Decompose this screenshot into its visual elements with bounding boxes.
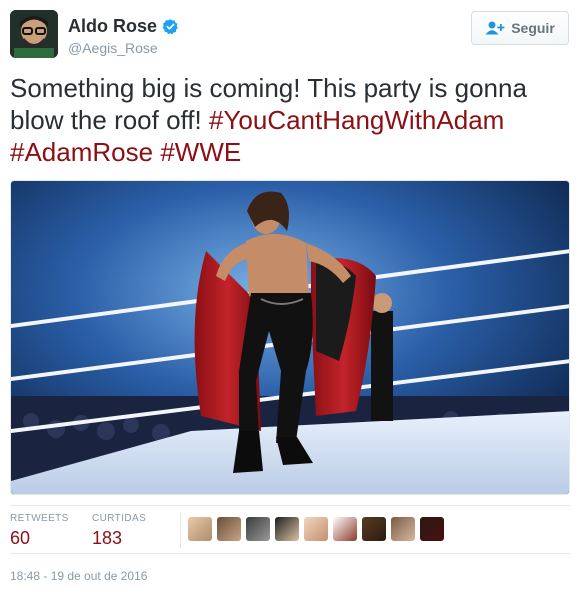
tweet-photo[interactable] — [10, 180, 570, 495]
likes-label: CURTIDAS — [92, 513, 147, 524]
verified-badge-icon — [162, 19, 178, 35]
likes-stat[interactable]: CURTIDAS 183 — [92, 513, 146, 549]
divider-top — [10, 505, 570, 506]
hashtag-youcanthangwithadam[interactable]: #YouCantHangWithAdam — [209, 105, 504, 135]
tweet-timestamp[interactable]: 18:48 - 19 de out de 2016 — [10, 569, 147, 583]
retweets-count: 60 — [10, 528, 31, 548]
tweet-text: Something big is coming! This party is g… — [10, 72, 570, 168]
likes-count: 183 — [92, 528, 123, 548]
divider-bottom — [10, 553, 570, 554]
follow-button-label: Seguir — [511, 20, 555, 36]
follow-button[interactable]: Seguir — [471, 11, 569, 45]
liker-avatar[interactable] — [304, 517, 328, 541]
stats-separator — [180, 512, 181, 548]
liker-avatar[interactable] — [362, 517, 386, 541]
liker-avatar[interactable] — [391, 517, 415, 541]
add-user-icon — [485, 21, 505, 35]
liker-avatar[interactable] — [246, 517, 270, 541]
display-name[interactable]: Aldo Rose — [68, 16, 157, 37]
retweets-stat[interactable]: RETWEETS 60 — [10, 513, 69, 549]
hashtag-adamrose[interactable]: #AdamRose — [10, 137, 153, 167]
liked-by-avatars — [188, 517, 449, 541]
liker-avatar[interactable] — [217, 517, 241, 541]
retweets-label: RETWEETS — [10, 513, 69, 524]
hashtag-wwe[interactable]: #WWE — [160, 137, 241, 167]
user-avatar[interactable] — [10, 10, 58, 58]
liker-avatar[interactable] — [333, 517, 357, 541]
avatar-image — [10, 10, 58, 58]
liker-avatar[interactable] — [420, 517, 444, 541]
user-handle[interactable]: @Aegis_Rose — [68, 40, 158, 56]
liker-avatar[interactable] — [188, 517, 212, 541]
liker-avatar[interactable] — [275, 517, 299, 541]
wrestler-photo — [11, 181, 569, 494]
